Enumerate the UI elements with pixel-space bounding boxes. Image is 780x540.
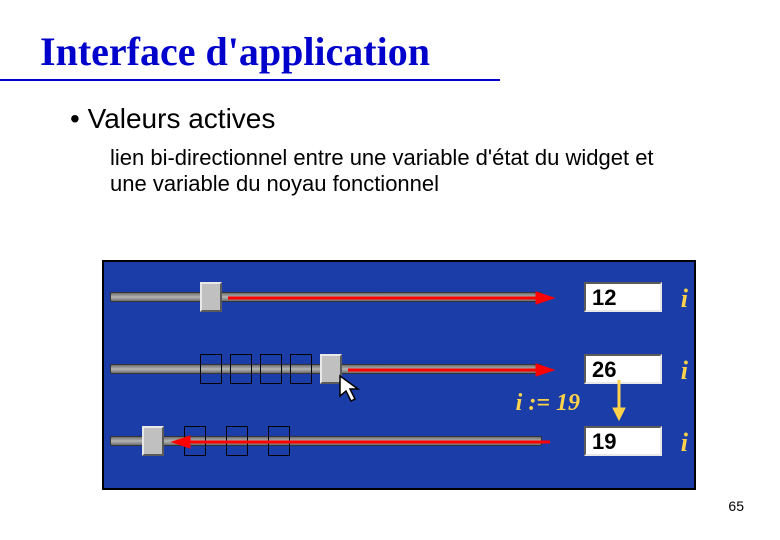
value-box: 19 <box>584 426 662 456</box>
bullet-description: lien bi-directionnel entre une variable … <box>110 145 670 198</box>
bullet-item: Valeurs actives <box>70 103 780 135</box>
page-number: 65 <box>728 498 744 514</box>
assignment-label: i := 19 <box>516 390 580 417</box>
value-box: 12 <box>584 282 662 312</box>
illustration-panel: 12 i 26 i i := 19 19 <box>102 260 696 490</box>
knob-ghost <box>290 354 312 384</box>
slider-row: 19 i <box>104 414 694 482</box>
slider-row: 26 i <box>104 342 694 410</box>
knob-ghost <box>230 354 252 384</box>
slider-knob[interactable] <box>142 426 164 456</box>
var-label: i <box>681 428 688 458</box>
var-label: i <box>681 356 688 386</box>
arrow-left-icon <box>170 436 550 448</box>
knob-ghost <box>200 354 222 384</box>
knob-ghost <box>260 354 282 384</box>
slider-row: 12 i <box>104 270 694 338</box>
slider-knob[interactable] <box>200 282 222 312</box>
arrow-right-icon <box>348 364 548 376</box>
cursor-icon <box>338 374 364 404</box>
var-label: i <box>681 284 688 314</box>
slide-title: Interface d'application <box>0 0 500 81</box>
arrow-right-icon <box>228 292 548 304</box>
